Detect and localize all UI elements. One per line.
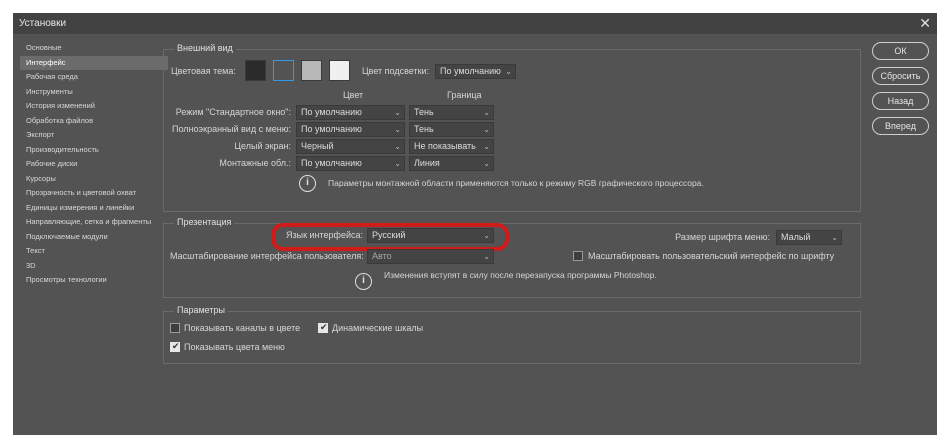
sidebar-item[interactable]: История изменений — [20, 99, 168, 114]
appearance-info-text: Параметры монтажной области применяются … — [328, 178, 704, 188]
ui-scaling-label: Масштабирование интерфейса пользователя: — [170, 251, 364, 261]
appearance-border-dropdown[interactable]: Линия ⌄ — [409, 156, 494, 171]
preferences-dialog: Установки ✕ Основные Интерфейс Рабочая сре… — [13, 13, 937, 435]
chevron-down-icon: ⌄ — [483, 159, 490, 168]
dropdown-value: Не показывать — [414, 141, 476, 151]
dropdown-value: Черный — [301, 141, 334, 151]
dynamic-sliders-checkbox[interactable] — [318, 322, 328, 333]
appearance-color-dropdown[interactable]: По умолчанию ⌄ — [296, 105, 405, 120]
window-title: Установки — [19, 18, 67, 29]
chevron-down-icon: ⌄ — [505, 67, 512, 76]
theme-swatch[interactable] — [245, 60, 266, 81]
scale-by-font-checkbox[interactable] — [573, 251, 583, 261]
sidebar-item[interactable]: Рабочая среда — [20, 70, 168, 85]
sidebar-item[interactable]: Производительность — [20, 143, 168, 158]
sidebar-item[interactable]: Направляющие, сетка и фрагменты — [20, 215, 168, 230]
highlight-annotation — [271, 223, 509, 251]
sidebar-item[interactable]: Основные — [20, 41, 168, 56]
dropdown-value: По умолчанию — [301, 124, 362, 134]
sidebar: Основные Интерфейс Рабочая среда Инструмент… — [20, 41, 168, 288]
back-button[interactable]: Назад — [872, 92, 929, 110]
chevron-down-icon: ⌄ — [394, 108, 401, 117]
chevron-down-icon: ⌄ — [483, 125, 490, 134]
sidebar-item[interactable]: Рабочие диски — [20, 157, 168, 172]
chevron-down-icon: ⌄ — [394, 159, 401, 168]
sidebar-item[interactable]: Просмотры технологии — [20, 273, 168, 288]
appearance-row-label: Целый экран: — [234, 141, 291, 151]
appearance-border-dropdown[interactable]: Тень ⌄ — [409, 122, 494, 137]
appearance-color-dropdown[interactable]: Черный ⌄ — [296, 139, 405, 154]
ui-scaling-dropdown[interactable]: Авто ⌄ — [367, 249, 494, 264]
sidebar-item[interactable]: Инструменты — [20, 85, 168, 100]
sidebar-item[interactable]: Экспорт — [20, 128, 168, 143]
menu-font-size-dropdown[interactable]: Малый ⌄ — [776, 230, 842, 245]
theme-swatch[interactable] — [329, 60, 350, 81]
show-channels-color-checkbox[interactable] — [170, 323, 180, 333]
sidebar-item[interactable]: Прозрачность и цветовой охват — [20, 186, 168, 201]
sidebar-item[interactable]: Текст — [20, 244, 168, 259]
sidebar-item[interactable]: Курсоры — [20, 172, 168, 187]
chevron-down-icon: ⌄ — [483, 252, 490, 261]
ok-button[interactable]: ОК — [872, 42, 929, 60]
dropdown-value: Тень — [414, 124, 434, 134]
show-menu-colors-checkbox[interactable] — [170, 341, 180, 352]
dropdown-value: По умолчанию — [301, 107, 362, 117]
info-icon: i — [355, 273, 372, 290]
theme-swatches — [245, 60, 365, 84]
dropdown-value: Линия — [414, 158, 440, 168]
presentation-title: Презентация — [174, 217, 235, 227]
column-header-color: Цвет — [343, 90, 364, 100]
appearance-title: Внешний вид — [174, 43, 236, 53]
theme-swatch[interactable] — [301, 60, 322, 81]
highlight-color-value: По умолчанию — [440, 66, 501, 76]
options-title: Параметры — [174, 305, 228, 315]
dropdown-value: Тень — [414, 107, 434, 117]
options-group — [163, 311, 861, 364]
ui-scaling-value: Авто — [372, 251, 392, 261]
title-bar: Установки ✕ — [13, 13, 937, 34]
sidebar-item[interactable]: Подключаемые модули — [20, 230, 168, 245]
column-header-border: Граница — [447, 90, 482, 100]
highlight-color-dropdown[interactable]: По умолчанию ⌄ — [435, 64, 516, 79]
theme-swatch[interactable] — [273, 60, 294, 81]
appearance-row-label: Полноэкранный вид с меню: — [172, 124, 291, 134]
scale-by-font-label: Масштабировать пользовательский интерфей… — [588, 251, 835, 261]
dynamic-sliders-label: Динамические шкалы — [332, 323, 424, 333]
menu-font-size-value: Малый — [781, 232, 811, 242]
sidebar-item[interactable]: 3D — [20, 259, 168, 274]
appearance-border-dropdown[interactable]: Тень ⌄ — [409, 105, 494, 120]
show-menu-colors-label: Показывать цвета меню — [184, 342, 285, 352]
appearance-color-dropdown[interactable]: По умолчанию ⌄ — [296, 156, 405, 171]
presentation-info-text: Изменения вступят в силу после перезапус… — [384, 270, 657, 280]
chevron-down-icon: ⌄ — [394, 142, 401, 151]
reset-button[interactable]: Сбросить — [872, 67, 929, 85]
chevron-down-icon: ⌄ — [394, 125, 401, 134]
chevron-down-icon: ⌄ — [483, 142, 490, 151]
show-channels-color-label: Показывать каналы в цвете — [184, 323, 301, 333]
info-icon: i — [299, 175, 316, 192]
highlight-color-label: Цвет подсветки: — [362, 66, 430, 76]
chevron-down-icon: ⌄ — [483, 108, 490, 117]
dropdown-value: По умолчанию — [301, 158, 362, 168]
appearance-color-dropdown[interactable]: По умолчанию ⌄ — [296, 122, 405, 137]
color-theme-label: Цветовая тема: — [171, 66, 236, 76]
forward-button[interactable]: Вперед — [872, 117, 929, 135]
sidebar-item[interactable]: Обработка файлов — [20, 114, 168, 129]
sidebar-item[interactable]: Интерфейс — [20, 55, 168, 70]
sidebar-item[interactable]: Единицы измерения и линейки — [20, 201, 168, 216]
menu-font-size-label: Размер шрифта меню: — [675, 232, 770, 242]
appearance-row-label: Режим "Стандартное окно": — [175, 107, 291, 117]
close-icon[interactable]: ✕ — [919, 15, 931, 32]
appearance-row-label: Монтажные обл.: — [219, 158, 291, 168]
appearance-border-dropdown[interactable]: Не показывать ⌄ — [409, 139, 494, 154]
chevron-down-icon: ⌄ — [831, 233, 838, 242]
